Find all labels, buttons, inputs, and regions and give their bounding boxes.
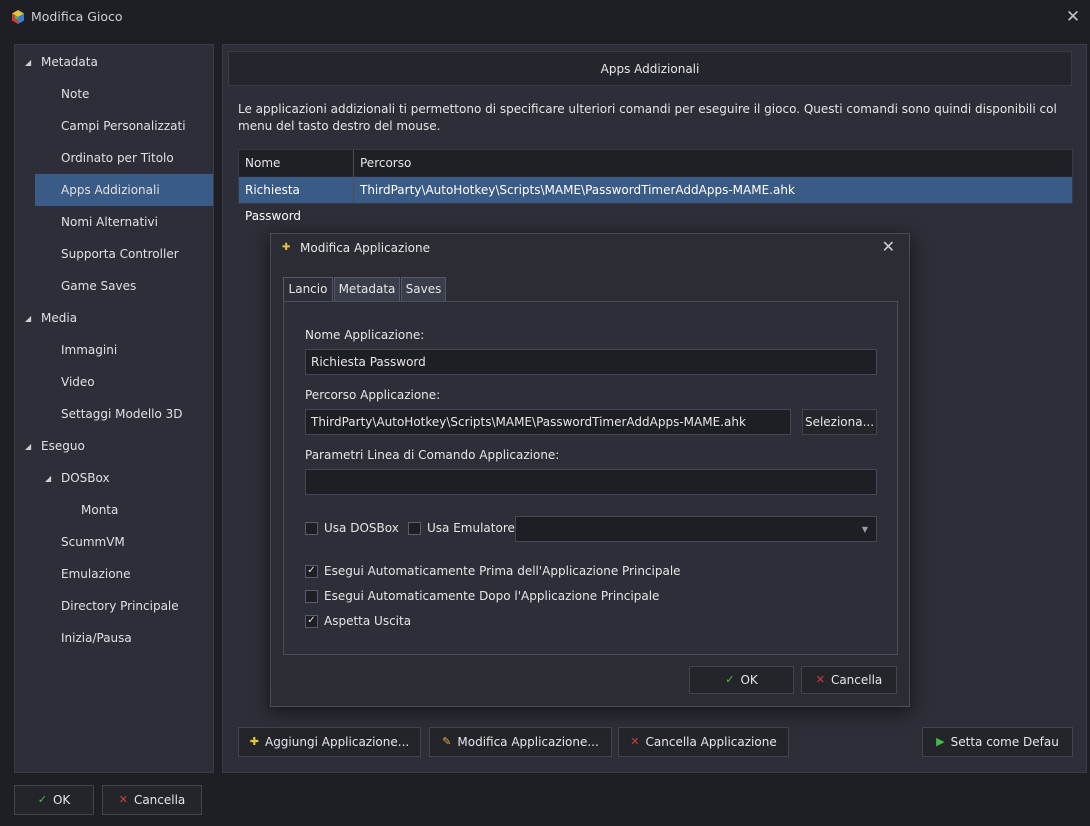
sidebar: ◢ Metadata Note Campi Personalizzati Ord… — [14, 44, 214, 773]
column-divider[interactable] — [353, 150, 354, 203]
ok-button[interactable]: ✓ OK — [14, 785, 94, 815]
title-bar: Modifica Gioco ✕ — [0, 0, 1090, 34]
sidebar-item-video[interactable]: Video — [15, 367, 213, 398]
chevron-down-icon: ▼ — [861, 525, 868, 534]
sidebar-item-inizia-pausa[interactable]: Inizia/Pausa — [15, 623, 213, 654]
page-title: Apps Addizionali — [228, 51, 1072, 86]
sidebar-item-nomi-alternativi[interactable]: Nomi Alternativi — [15, 207, 213, 238]
launchbox-logo-icon — [12, 10, 24, 24]
delete-application-button[interactable]: ✕ Cancella Applicazione — [618, 727, 789, 757]
browse-button[interactable]: Seleziona... — [802, 409, 877, 435]
sidebar-item-campi-personalizzati[interactable]: Campi Personalizzati — [15, 111, 213, 142]
sidebar-item-monta[interactable]: Monta — [15, 495, 213, 526]
expanded-arrow-icon[interactable]: ◢ — [45, 463, 51, 494]
expanded-arrow-icon[interactable]: ◢ — [25, 431, 31, 462]
app-path-input[interactable]: ThirdParty\AutoHotkey\Scripts\MAME\Passw… — [305, 409, 791, 435]
sidebar-item-supporta-controller[interactable]: Supporta Controller — [15, 239, 213, 270]
tab-lancio[interactable]: Lancio — [283, 277, 333, 303]
table-header: Nome Percorso — [239, 150, 1072, 176]
column-header-percorso[interactable]: Percorso — [354, 150, 411, 176]
checkbox-unchecked[interactable] — [305, 589, 318, 603]
sidebar-item-apps-addizionali[interactable]: Apps Addizionali — [35, 174, 213, 206]
add-application-button[interactable]: ✚ Aggiungi Applicazione... — [238, 727, 421, 757]
sidebar-item-immagini[interactable]: Immagini — [15, 335, 213, 366]
use-dosbox-checkbox[interactable]: Usa DOSBox — [305, 521, 399, 535]
red-x-icon: ✕ — [815, 673, 825, 686]
table-cell-name: Richiesta Password — [245, 183, 302, 223]
sidebar-item-eseguo[interactable]: ◢ Eseguo — [15, 431, 213, 462]
play-arrow-icon: ▶ — [936, 735, 945, 748]
dialog-cancel-button[interactable]: ✕ Cancella — [801, 666, 897, 694]
sidebar-item-directory-principale[interactable]: Directory Principale — [15, 591, 213, 622]
pencil-icon: ✎ — [442, 735, 452, 748]
sidebar-item-emulazione[interactable]: Emulazione — [15, 559, 213, 590]
tab-panel-lancio: Nome Applicazione: Richiesta Password Pe… — [283, 301, 898, 655]
tab-metadata[interactable]: Metadata — [334, 277, 400, 302]
sidebar-item-game-saves[interactable]: Game Saves — [15, 271, 213, 302]
expanded-arrow-icon[interactable]: ◢ — [25, 303, 31, 334]
expanded-arrow-icon[interactable]: ◢ — [25, 47, 31, 78]
plus-icon: ✚ — [249, 735, 259, 748]
checkbox-unchecked[interactable] — [408, 521, 421, 535]
sidebar-item-dosbox[interactable]: ◢ DOSBox — [15, 463, 213, 494]
cancel-button[interactable]: ✕ Cancella — [102, 785, 202, 815]
app-path-label: Percorso Applicazione: — [305, 388, 441, 402]
set-default-button[interactable]: ▶ Setta come Defau — [922, 727, 1073, 757]
emulator-select[interactable]: ▼ — [515, 516, 877, 542]
app-name-label: Nome Applicazione: — [305, 328, 425, 342]
sidebar-item-note[interactable]: Note — [15, 79, 213, 110]
red-x-icon: ✕ — [118, 793, 128, 806]
sidebar-item-media[interactable]: ◢ Media — [15, 303, 213, 334]
tab-saves[interactable]: Saves — [401, 277, 446, 302]
red-x-icon: ✕ — [630, 735, 640, 748]
apps-table: Nome Percorso Richiesta Password ThirdPa… — [238, 149, 1073, 223]
wait-exit-checkbox[interactable]: ✓ Aspetta Uscita — [305, 614, 411, 628]
app-name-input[interactable]: Richiesta Password — [305, 349, 877, 375]
table-row[interactable]: Richiesta Password ThirdParty\AutoHotkey… — [239, 177, 1072, 223]
close-window-icon[interactable]: ✕ — [1062, 6, 1084, 28]
plus-icon: ✚ — [282, 242, 291, 253]
auto-after-checkbox[interactable]: Esegui Automaticamente Dopo l'Applicazio… — [305, 589, 659, 603]
sidebar-item-settaggi-modello-3d[interactable]: Settaggi Modello 3D — [15, 399, 213, 430]
checkbox-unchecked[interactable] — [305, 521, 318, 535]
edit-application-button[interactable]: ✎ Modifica Applicazione... — [429, 727, 612, 757]
close-dialog-icon[interactable]: ✕ — [882, 237, 895, 256]
checkmark-icon: ✓ — [37, 793, 47, 806]
use-emulator-checkbox[interactable]: Usa Emulatore: — [408, 521, 519, 535]
sidebar-item-scummvm[interactable]: ScummVM — [15, 527, 213, 558]
table-cell-path: ThirdParty\AutoHotkey\Scripts\MAME\Passw… — [360, 183, 795, 197]
dialog-title: Modifica Applicazione — [300, 241, 430, 255]
edit-application-dialog: ✚ Modifica Applicazione ✕ Lancio Metadat… — [270, 233, 910, 707]
sidebar-item-metadata[interactable]: ◢ Metadata — [15, 47, 213, 78]
sidebar-item-ordinato-per-titolo[interactable]: Ordinato per Titolo — [15, 143, 213, 174]
params-label: Parametri Linea di Comando Applicazione: — [305, 448, 560, 462]
auto-before-checkbox[interactable]: ✓ Esegui Automaticamente Prima dell'Appl… — [305, 564, 681, 578]
checkmark-icon: ✓ — [725, 673, 735, 686]
dialog-ok-button[interactable]: ✓ OK — [689, 666, 794, 694]
checkmark-icon[interactable]: ✓ — [305, 614, 318, 628]
window-title: Modifica Gioco — [31, 9, 123, 24]
page-description: Le applicazioni addizionali ti permetton… — [238, 102, 1057, 133]
column-header-nome[interactable]: Nome — [239, 150, 353, 176]
checkmark-icon[interactable]: ✓ — [305, 564, 318, 578]
params-input[interactable] — [305, 469, 877, 495]
